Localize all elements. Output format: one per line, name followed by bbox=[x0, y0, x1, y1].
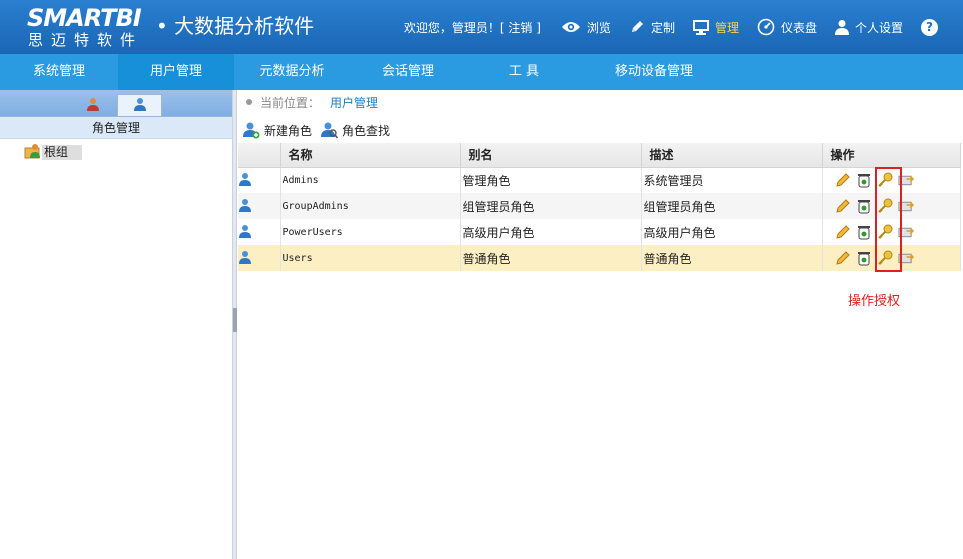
search-role-icon bbox=[320, 121, 339, 139]
edit-icon[interactable] bbox=[835, 172, 851, 188]
role-icon bbox=[238, 172, 252, 189]
main-menubar: 系统管理 用户管理 元数据分析 会话管理 工 具 移动设备管理 bbox=[0, 54, 963, 90]
group-folder-icon bbox=[24, 143, 42, 162]
edit-icon[interactable] bbox=[835, 224, 851, 240]
delete-icon[interactable] bbox=[856, 172, 872, 188]
tab-users[interactable] bbox=[70, 94, 115, 116]
role-toolbar: 新建角色 角色查找 bbox=[242, 121, 398, 139]
cell-alias: 高级用户角色 bbox=[460, 219, 642, 245]
menu-metadata-analysis[interactable]: 元数据分析 bbox=[234, 54, 350, 90]
logo-subtitle: 思迈特软件 bbox=[28, 31, 144, 49]
nav-customize[interactable]: 定制 bbox=[629, 19, 675, 36]
logo-text: SMARTBI bbox=[27, 4, 142, 32]
role-table: 名称 别名 描述 操作 Admins 管理角色 系统管理员 GroupAdmin… bbox=[238, 143, 961, 271]
menu-user-management[interactable]: 用户管理 bbox=[118, 54, 234, 90]
nav-dashboard[interactable]: 仪表盘 bbox=[757, 18, 817, 36]
nav-browse[interactable]: 浏览 bbox=[561, 19, 611, 36]
nav-personal-settings[interactable]: 个人设置 bbox=[834, 19, 903, 36]
eye-icon bbox=[561, 20, 581, 34]
bullet-icon bbox=[246, 99, 252, 105]
cell-name: Users bbox=[280, 245, 461, 271]
breadcrumb-prefix: 当前位置： bbox=[260, 95, 321, 110]
gauge-icon bbox=[757, 18, 775, 36]
header-icon-col bbox=[238, 143, 281, 168]
role-icon bbox=[238, 224, 252, 241]
menu-system-management[interactable]: 系统管理 bbox=[0, 54, 118, 90]
cell-description: 系统管理员 bbox=[641, 167, 823, 193]
header-description[interactable]: 描述 bbox=[641, 143, 823, 168]
row-icon-cell bbox=[238, 167, 281, 193]
menu-mobile-device-management[interactable]: 移动设备管理 bbox=[582, 54, 726, 90]
cell-description: 高级用户角色 bbox=[641, 219, 823, 245]
left-panel: 角色管理 根组 bbox=[0, 90, 233, 559]
monitor-icon bbox=[692, 19, 709, 35]
tree-root-group[interactable]: 根组 bbox=[24, 143, 232, 162]
delete-icon[interactable] bbox=[856, 224, 872, 240]
row-icon-cell bbox=[238, 245, 281, 271]
table-row[interactable]: GroupAdmins 组管理员角色 组管理员角色 bbox=[238, 193, 961, 219]
role-management-title: 角色管理 bbox=[0, 117, 232, 139]
app-header: SMARTBI 思迈特软件 • 大数据分析软件 欢迎您，管理员！[ 注销 ] 浏… bbox=[0, 0, 963, 54]
nav-personal-settings-label: 个人设置 bbox=[854, 20, 903, 35]
menu-session-management[interactable]: 会话管理 bbox=[350, 54, 466, 90]
row-icon-cell bbox=[238, 193, 281, 219]
pencil-icon bbox=[629, 19, 645, 35]
nav-customize-label: 定制 bbox=[650, 20, 675, 35]
header-operations: 操作 bbox=[822, 143, 961, 168]
nav-manage[interactable]: 管理 bbox=[692, 19, 739, 36]
tree-root-label: 根组 bbox=[42, 145, 83, 160]
product-title: • 大数据分析软件 bbox=[156, 14, 315, 38]
new-role-button[interactable]: 新建角色 bbox=[242, 121, 312, 139]
cell-description: 组管理员角色 bbox=[641, 193, 823, 219]
nav-manage-label: 管理 bbox=[714, 20, 739, 35]
breadcrumb-current[interactable]: 用户管理 bbox=[330, 94, 378, 111]
nav-dashboard-label: 仪表盘 bbox=[780, 20, 817, 35]
find-role-button[interactable]: 角色查找 bbox=[320, 121, 390, 139]
header-alias[interactable]: 别名 bbox=[460, 143, 642, 168]
cell-alias: 普通角色 bbox=[460, 245, 642, 271]
edit-icon[interactable] bbox=[835, 250, 851, 266]
delete-icon[interactable] bbox=[856, 198, 872, 214]
table-row[interactable]: Admins 管理角色 系统管理员 bbox=[238, 167, 961, 193]
smartbi-logo: SMARTBI 思迈特软件 bbox=[27, 5, 152, 49]
authorize-highlight-box bbox=[875, 167, 902, 272]
role-icon bbox=[238, 198, 252, 215]
tab-roles[interactable] bbox=[117, 94, 162, 116]
user-icon bbox=[834, 19, 849, 35]
breadcrumb: 当前位置： 用户管理 bbox=[246, 94, 378, 110]
table-header-row: 名称 别名 描述 操作 bbox=[238, 143, 961, 168]
cell-name: GroupAdmins bbox=[280, 193, 461, 219]
welcome-text[interactable]: 欢迎您，管理员！[ 注销 ] bbox=[404, 19, 541, 36]
row-icon-cell bbox=[238, 219, 281, 245]
header-name[interactable]: 名称 bbox=[280, 143, 461, 168]
edit-icon[interactable] bbox=[835, 198, 851, 214]
new-role-label: 新建角色 bbox=[264, 123, 313, 138]
cell-name: Admins bbox=[280, 167, 461, 193]
main-content: 当前位置： 用户管理 新建角色 角色查找 名称 别名 描述 操作 Admins … bbox=[238, 90, 961, 559]
cell-description: 普通角色 bbox=[641, 245, 823, 271]
role-icon bbox=[238, 250, 252, 267]
splitter-grip[interactable] bbox=[233, 308, 237, 332]
add-role-icon bbox=[242, 121, 260, 139]
help-button[interactable]: ? bbox=[921, 18, 938, 36]
delete-icon[interactable] bbox=[856, 250, 872, 266]
nav-browse-label: 浏览 bbox=[586, 20, 611, 35]
find-role-label: 角色查找 bbox=[342, 123, 391, 138]
menu-tools[interactable]: 工 具 bbox=[466, 54, 582, 90]
panel-splitter[interactable] bbox=[233, 90, 237, 559]
table-row[interactable]: PowerUsers 高级用户角色 高级用户角色 bbox=[238, 219, 961, 245]
table-row-selected[interactable]: Users 普通角色 普通角色 bbox=[238, 245, 961, 271]
left-tab-strip bbox=[0, 90, 232, 117]
user-bar: 欢迎您，管理员！[ 注销 ] 浏览 定制 管理 仪表盘 个人设置 ? bbox=[404, 0, 963, 54]
cell-name: PowerUsers bbox=[280, 219, 461, 245]
role-blue-icon bbox=[133, 97, 147, 114]
cell-alias: 组管理员角色 bbox=[460, 193, 642, 219]
authorize-annotation: 操作授权 bbox=[848, 294, 901, 309]
cell-alias: 管理角色 bbox=[460, 167, 642, 193]
user-orange-icon bbox=[86, 97, 100, 114]
